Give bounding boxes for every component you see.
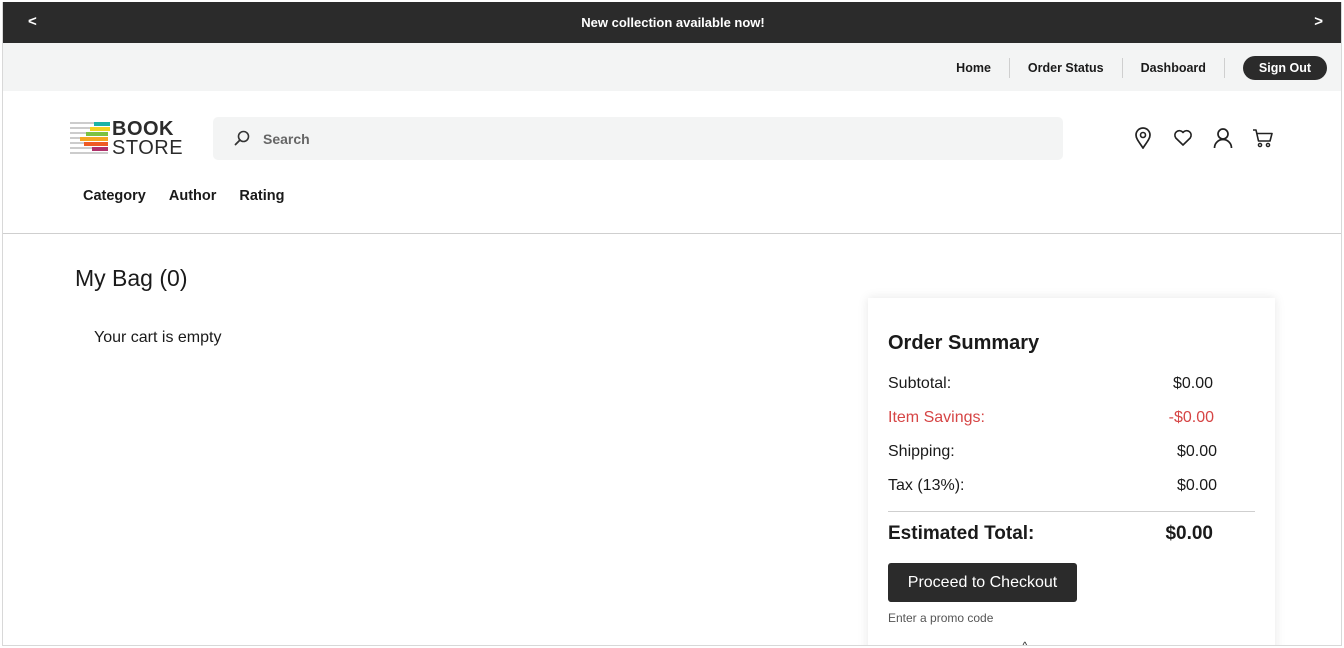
- heart-icon[interactable]: [1163, 124, 1203, 152]
- announcement-message: New collection available now!: [581, 15, 765, 30]
- chevron-up-icon[interactable]: ^: [1022, 639, 1028, 645]
- search-input[interactable]: [263, 117, 1023, 160]
- total-value: $0.00: [1165, 523, 1213, 544]
- summary-divider: [888, 511, 1255, 512]
- location-pin-icon[interactable]: [1123, 124, 1163, 152]
- divider: [1223, 58, 1225, 78]
- subtotal-value: $0.00: [1172, 375, 1213, 392]
- header-divider: [3, 233, 1341, 234]
- utility-bar: Home Order Status Dashboard Sign Out: [3, 43, 1341, 91]
- shipping-label: Shipping:: [888, 443, 955, 460]
- nav-rating[interactable]: Rating: [239, 188, 284, 204]
- savings-label: Item Savings:: [888, 409, 985, 426]
- tax-value: $0.00: [1176, 477, 1217, 494]
- order-summary-title: Order Summary: [888, 332, 1040, 354]
- nav-category[interactable]: Category: [83, 188, 146, 204]
- order-summary-panel: Order Summary Subtotal: $0.00 Item Savin…: [868, 298, 1275, 645]
- shipping-value: $0.00: [1176, 443, 1217, 460]
- user-icon[interactable]: [1203, 124, 1243, 152]
- subtotal-label: Subtotal:: [888, 375, 952, 392]
- home-link[interactable]: Home: [938, 58, 1009, 78]
- proceed-to-checkout-button[interactable]: Proceed to Checkout: [888, 563, 1077, 602]
- promo-code-toggle[interactable]: Enter a promo code: [888, 611, 993, 625]
- page: < New collection available now! > Home O…: [2, 2, 1342, 646]
- tax-label: Tax (13%):: [888, 477, 965, 494]
- books-stack-icon: [70, 122, 110, 154]
- savings-value: -$0.00: [1168, 409, 1214, 426]
- search-bar: [213, 117, 1063, 160]
- bookstore-logo[interactable]: BOOK STORE: [70, 118, 183, 159]
- empty-cart-message: Your cart is empty: [94, 329, 222, 346]
- order-status-link[interactable]: Order Status: [1010, 58, 1122, 78]
- page-title: My Bag (0): [75, 265, 188, 291]
- search-icon[interactable]: [234, 130, 250, 151]
- total-label: Estimated Total:: [888, 523, 1035, 544]
- category-nav: Category Author Rating: [83, 188, 307, 204]
- nav-author[interactable]: Author: [169, 188, 217, 204]
- utility-nav: Home Order Status Dashboard Sign Out: [938, 55, 1327, 81]
- announcement-bar: < New collection available now! >: [3, 2, 1341, 43]
- announcement-next-button[interactable]: >: [1314, 13, 1323, 30]
- header-actions: [1123, 124, 1283, 152]
- cart-icon[interactable]: [1243, 124, 1283, 152]
- logo-text-store: STORE: [112, 137, 184, 159]
- sign-out-button[interactable]: Sign Out: [1242, 56, 1327, 80]
- dashboard-link[interactable]: Dashboard: [1123, 58, 1224, 78]
